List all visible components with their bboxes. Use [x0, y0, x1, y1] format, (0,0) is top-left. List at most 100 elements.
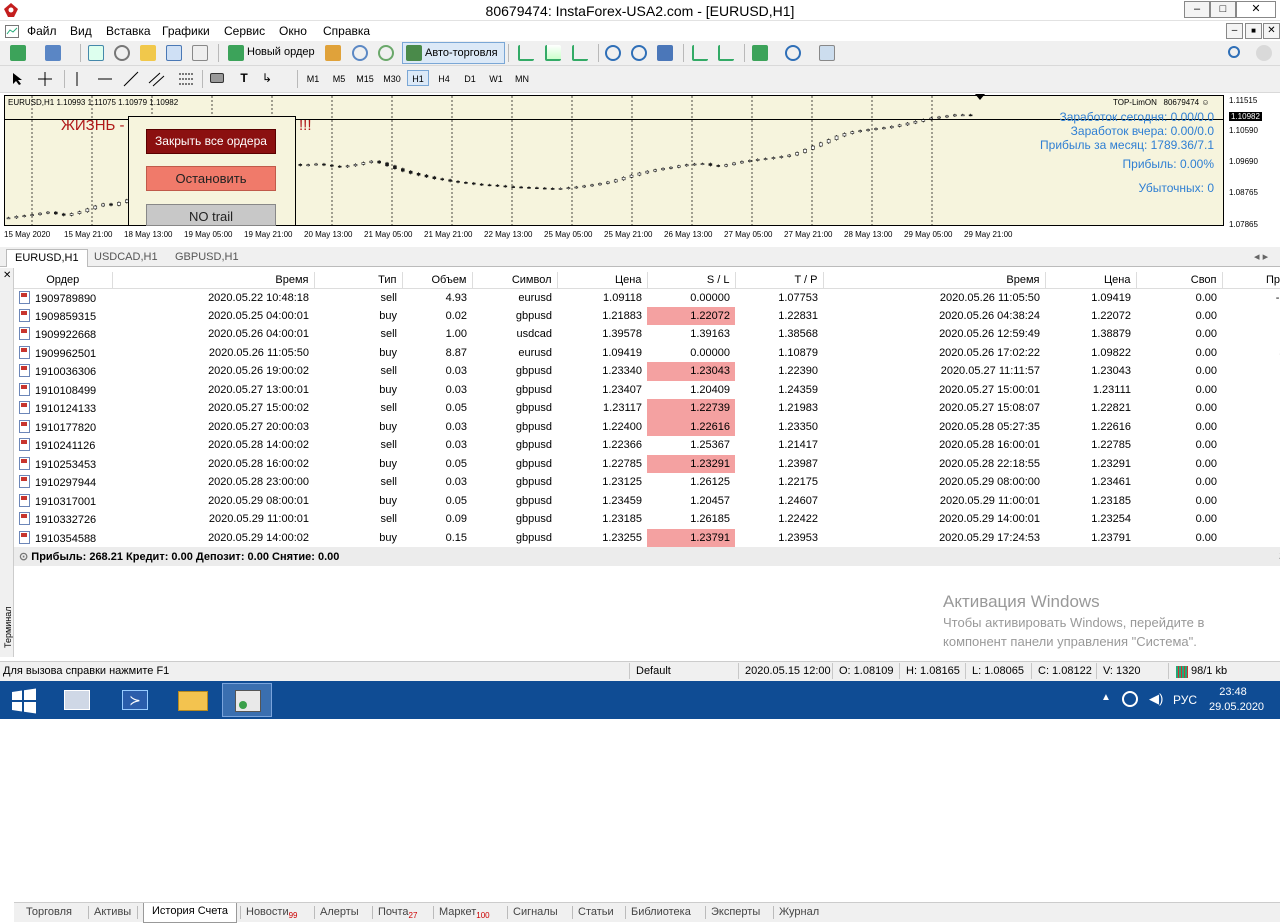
table-row[interactable]: 1910317001 2020.05.29 08:00:01 buy 0.05 gbpu…	[14, 492, 1280, 511]
column-header[interactable]: Время	[823, 272, 1046, 289]
fibonacci-icon[interactable]	[178, 71, 194, 87]
table-row[interactable]: 1910177820 2020.05.27 20:00:03 buy 0.03 gbpu…	[14, 417, 1280, 436]
terminal-icon[interactable]	[166, 45, 182, 61]
terminal-tab[interactable]: Торговля	[26, 906, 72, 918]
network-icon[interactable]	[1122, 691, 1138, 707]
column-header[interactable]: Прибыль	[1222, 272, 1280, 289]
column-header[interactable]: T / P	[735, 272, 824, 289]
column-header[interactable]: Цена	[1045, 272, 1137, 289]
windows-start-icon[interactable]	[11, 688, 37, 714]
chart-tab-usdcad[interactable]: USDCAD,H1	[86, 249, 166, 267]
text-icon[interactable]: T	[236, 71, 252, 87]
tf-m30[interactable]: M30	[381, 70, 403, 86]
rectangle-icon[interactable]	[210, 73, 224, 83]
metaeditor-icon[interactable]	[325, 45, 341, 61]
search-icon[interactable]	[1228, 46, 1240, 58]
doc-restore-button[interactable]: ■	[1245, 23, 1262, 39]
taskbar-metatrader[interactable]	[222, 683, 272, 717]
chart-tab-gbpusd[interactable]: GBPUSD,H1	[167, 249, 247, 267]
table-row[interactable]: 1910354588 2020.05.29 14:00:02 buy 0.15 gbpu…	[14, 528, 1280, 547]
table-row[interactable]: 1909789890 2020.05.22 10:48:18 sell 4.93 eur…	[14, 288, 1280, 307]
line-chart-icon[interactable]	[572, 45, 588, 61]
chart-window-icon[interactable]	[5, 25, 19, 38]
terminal-close-icon[interactable]: ✕	[3, 270, 11, 281]
tf-d1[interactable]: D1	[459, 70, 481, 86]
candlestick-icon[interactable]	[545, 45, 561, 61]
zoom-in-icon[interactable]	[605, 45, 621, 61]
cursor-icon[interactable]	[12, 72, 24, 86]
table-row[interactable]: 1910036306 2020.05.26 19:00:02 sell 0.03 gbp…	[14, 362, 1280, 381]
column-header[interactable]: Символ	[472, 272, 558, 289]
table-row[interactable]: 1910124133 2020.05.27 15:00:02 sell 0.05 gbp…	[14, 399, 1280, 418]
table-row[interactable]: 1909962501 2020.05.26 11:05:50 buy 8.87 euru…	[14, 344, 1280, 363]
clock-date[interactable]: 29.05.2020	[1209, 701, 1264, 713]
column-header[interactable]: S / L	[647, 272, 736, 289]
terminal-tab[interactable]: История Счета	[143, 903, 238, 923]
indicators-icon[interactable]	[752, 45, 768, 61]
menu-tools[interactable]: Сервис	[224, 24, 265, 38]
strategy-tester-icon[interactable]	[192, 45, 208, 61]
market-watch-icon[interactable]	[88, 45, 104, 61]
table-row[interactable]: 1910332726 2020.05.29 11:00:01 sell 0.09 gbp…	[14, 510, 1280, 529]
taskbar-explorer[interactable]	[168, 683, 218, 717]
tf-h4[interactable]: H4	[433, 70, 455, 86]
auto-trading-button[interactable]: Авто-торговля	[402, 42, 505, 64]
terminal-tab[interactable]: Активы	[94, 906, 131, 918]
navigator-icon[interactable]	[140, 45, 156, 61]
menu-window[interactable]: Окно	[279, 24, 307, 38]
chart-window[interactable]: EURUSD,H1 1.10993 1.11075 1.10979 1.1098…	[0, 93, 1280, 246]
chart-shift-icon[interactable]	[692, 45, 708, 61]
vertical-line-icon[interactable]	[72, 71, 82, 87]
show-hidden-icons[interactable]: ▲	[1101, 692, 1111, 703]
tf-m1[interactable]: M1	[302, 70, 324, 86]
tile-windows-icon[interactable]	[657, 45, 673, 61]
data-window-icon[interactable]	[114, 45, 130, 61]
equidistant-channel-icon[interactable]	[148, 71, 166, 87]
scroll-tabs-icon[interactable]: ◂ ▸	[1254, 250, 1268, 263]
terminal-tab[interactable]: Новости99	[246, 906, 298, 920]
menu-charts[interactable]: Графики	[162, 24, 210, 38]
terminal-tab[interactable]: Сигналы	[513, 906, 558, 918]
column-header[interactable]: Ордер	[14, 272, 113, 289]
language-indicator[interactable]: РУС	[1173, 693, 1197, 707]
tf-w1[interactable]: W1	[485, 70, 507, 86]
trendline-icon[interactable]	[123, 71, 139, 87]
chart-shift-marker[interactable]	[975, 94, 985, 100]
templates-icon[interactable]	[819, 45, 835, 61]
no-trail-button[interactable]: NO trail	[146, 204, 276, 226]
doc-minimize-button[interactable]: –	[1226, 23, 1243, 39]
connection-icon[interactable]	[1176, 666, 1188, 678]
profile-name[interactable]: Default	[636, 665, 671, 677]
bar-chart-icon[interactable]	[518, 45, 534, 61]
table-row[interactable]: 1910297944 2020.05.28 23:00:00 sell 0.03 gbp…	[14, 473, 1280, 492]
table-row[interactable]: 1910241126 2020.05.28 14:00:02 sell 0.03 gbp…	[14, 436, 1280, 455]
close-all-orders-button[interactable]: Закрыть все ордера	[146, 129, 276, 154]
new-chart-icon[interactable]	[10, 45, 26, 61]
table-row[interactable]: 1909859315 2020.05.25 04:00:01 buy 0.02 gbpu…	[14, 306, 1280, 325]
terminal-tab[interactable]: Эксперты	[711, 906, 760, 918]
menu-help[interactable]: Справка	[323, 24, 370, 38]
crosshair-icon[interactable]	[37, 71, 53, 87]
chart-tab-eurusd[interactable]: EURUSD,H1	[6, 249, 88, 267]
column-header[interactable]: Цена	[557, 272, 648, 289]
terminal-tab[interactable]: Библиотека	[631, 906, 691, 918]
tf-mn[interactable]: MN	[511, 70, 533, 86]
column-header[interactable]: Время	[112, 272, 315, 289]
column-header[interactable]: Своп	[1136, 272, 1223, 289]
terminal-tab[interactable]: Журнал	[779, 906, 819, 918]
taskbar-powershell[interactable]: ≻	[110, 683, 160, 717]
stop-button[interactable]: Остановить	[146, 166, 276, 191]
table-row[interactable]: 1910253453 2020.05.28 16:00:02 buy 0.05 gbpu…	[14, 454, 1280, 473]
terminal-tab[interactable]: Почта27	[378, 906, 417, 920]
zoom-out-icon[interactable]	[631, 45, 647, 61]
new-order-button[interactable]: Новый ордер	[225, 43, 319, 63]
autoscroll-icon[interactable]	[718, 45, 734, 61]
close-button[interactable]: ✕	[1236, 1, 1276, 18]
tf-h1[interactable]: H1	[407, 70, 429, 86]
table-row[interactable]: 1909922668 2020.05.26 04:00:01 sell 1.00 usd…	[14, 325, 1280, 344]
arrows-icon[interactable]: ↳	[262, 71, 278, 87]
horizontal-line-icon[interactable]	[97, 71, 113, 87]
volume-icon[interactable]: ◀)	[1149, 691, 1163, 707]
community-icon[interactable]	[1256, 45, 1272, 61]
terminal-tab[interactable]: Маркет100	[439, 906, 490, 920]
